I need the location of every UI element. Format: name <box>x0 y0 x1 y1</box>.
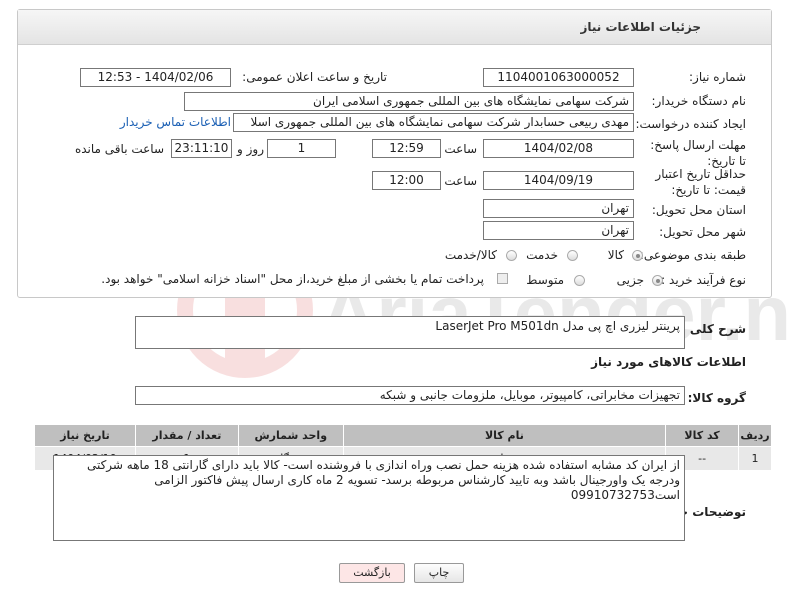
price-time-field: 12:00 <box>372 171 441 190</box>
days-label: روز و <box>237 142 264 156</box>
process-label: نوع فرآیند خرید : <box>661 273 746 287</box>
category-service-label: خدمت <box>526 248 558 262</box>
price-date-field: 1404/09/19 <box>483 171 634 190</box>
process-minor-label: جزیی <box>616 273 644 287</box>
table-header-row: ردیف کد کالا نام کالا واحد شمارش تعداد /… <box>34 424 772 447</box>
back-button[interactable]: بازگشت <box>339 563 405 583</box>
price-deadline-label: حداقل تاریخ اعتبار قیمت: تا تاریخ: <box>655 167 746 197</box>
city-field: تهران <box>483 221 634 240</box>
need-number-field: 1104001063000052 <box>483 68 634 87</box>
panel-header: جزئیات اطلاعات نیاز <box>18 10 771 45</box>
reply-time-label: ساعت <box>444 142 477 156</box>
process-medium-label: متوسط <box>526 273 564 287</box>
province-label: استان محل تحویل: <box>651 203 746 217</box>
category-service-radio[interactable] <box>567 250 578 261</box>
category-goods-label: کالا <box>607 248 624 262</box>
cell-row-number: 1 <box>738 446 772 471</box>
buyer-org-field: شرکت سهامی نمایشگاه های بین المللی جمهور… <box>184 92 634 111</box>
buyer-notes-textarea[interactable]: از ایران کد مشابه استفاده شده هزینه حمل … <box>53 455 685 541</box>
price-time-label: ساعت <box>444 174 477 188</box>
buyer-contact-link[interactable]: اطلاعات تماس خریدار <box>120 115 231 129</box>
city-label: شهر محل تحویل: <box>659 225 746 239</box>
col-header-item-name: نام کالا <box>342 424 667 447</box>
treasury-payment-checkbox[interactable] <box>497 273 508 284</box>
col-header-row-number: ردیف <box>738 424 772 447</box>
reply-deadline-label: مهلت ارسال پاسخ: تا تاریخ: <box>650 138 746 168</box>
treasury-payment-note: پرداخت تمام یا بخشی از مبلغ خرید،از محل … <box>101 272 484 286</box>
col-header-unit: واحد شمارش <box>237 424 344 447</box>
category-label: طبقه بندی موضوعی: <box>639 248 746 262</box>
goods-group-label: گروه کالا: <box>687 391 746 405</box>
requester-label: ایجاد کننده درخواست: <box>635 117 746 131</box>
remaining-time-field: 23:11:10 <box>171 139 232 158</box>
category-both-label: کالا/خدمت <box>444 248 497 262</box>
announce-field: 1404/02/06 - 12:53 <box>80 68 231 87</box>
col-header-need-date: تاریخ نیاز <box>34 424 136 447</box>
process-minor-radio[interactable] <box>652 275 663 286</box>
requester-field: مهدی ربیعی حسابدار شرکت سهامی نمایشگاه ه… <box>233 113 634 132</box>
process-medium-radio[interactable] <box>574 275 585 286</box>
description-textarea[interactable]: پرینتر لیزری اچ پی مدل LaserJet Pro M501… <box>135 316 685 349</box>
goods-section-title: اطلاعات کالاهای مورد نیاز <box>591 355 746 369</box>
reply-date-field: 1404/02/08 <box>483 139 634 158</box>
need-number-label: شماره نیاز: <box>689 70 746 84</box>
col-header-item-code: کد کالا <box>665 424 740 447</box>
print-button[interactable]: چاپ <box>414 563 464 583</box>
announce-label: تاریخ و ساعت اعلان عمومی: <box>242 70 387 84</box>
province-field: تهران <box>483 199 634 218</box>
buyer-org-label: نام دستگاه خریدار: <box>651 94 747 108</box>
page-title: جزئیات اطلاعات نیاز <box>580 20 701 34</box>
remaining-time-label: ساعت باقی مانده <box>74 142 164 156</box>
category-both-radio[interactable] <box>506 250 517 261</box>
goods-group-field: تجهیزات مخابراتی، کامپیوتر، موبایل، ملزو… <box>135 386 685 405</box>
col-header-quantity: تعداد / مقدار <box>134 424 239 447</box>
days-remaining-field: 1 <box>267 139 336 158</box>
reply-time-field: 12:59 <box>372 139 441 158</box>
category-goods-radio[interactable] <box>632 250 643 261</box>
